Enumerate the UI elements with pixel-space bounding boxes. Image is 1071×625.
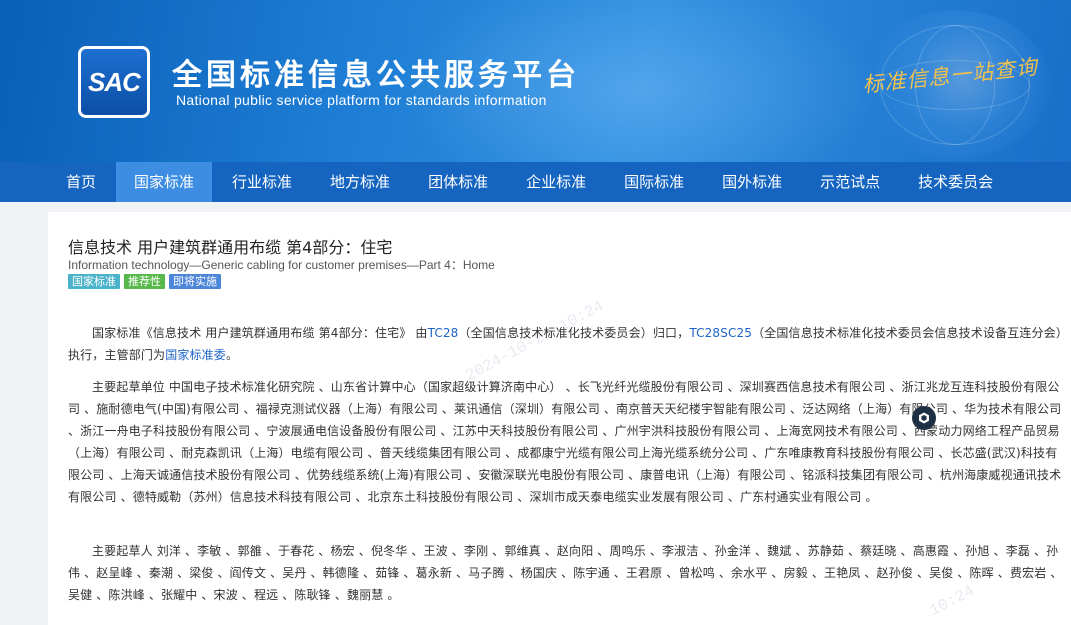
hexagon-icon <box>919 412 929 424</box>
sac-dept-link[interactable]: 国家标准委 <box>165 348 226 362</box>
site-subtitle: National public service platform for sta… <box>176 92 547 108</box>
nav-item-foreign-standards[interactable]: 国外标准 <box>704 162 800 202</box>
tag-upcoming: 即将实施 <box>169 274 221 289</box>
nav-item-local-standards[interactable]: 地方标准 <box>312 162 408 202</box>
nav-item-group-standards[interactable]: 团体标准 <box>410 162 506 202</box>
standard-title: 信息技术 用户建筑群通用布缆 第4部分：住宅 <box>68 238 393 257</box>
nav-item-technical-committees[interactable]: 技术委员会 <box>900 162 1011 202</box>
site-header: SAC 全国标准信息公共服务平台 National public service… <box>0 0 1071 162</box>
nav-item-demonstration-pilots[interactable]: 示范试点 <box>802 162 898 202</box>
logo-text: SAC <box>88 66 141 97</box>
standard-title-en: Information technology—Generic cabling f… <box>68 258 495 272</box>
standard-tags: 国家标准 推荐性 即将实施 <box>68 274 221 289</box>
drafters-paragraph: 主要起草人 刘洋 、李敏 、郭雒 、于春花 、杨宏 、倪冬华 、王波 、李刚 、… <box>68 544 1063 602</box>
tag-recommended: 推荐性 <box>124 274 165 289</box>
governance-paragraph: 国家标准《信息技术 用户建筑群通用布缆 第4部分：住宅》 由TC28（全国信息技… <box>68 326 1062 362</box>
nav-item-home[interactable]: 首页 <box>48 162 114 202</box>
tc28sc25-link[interactable]: TC28SC25 <box>689 326 752 340</box>
nav-item-industry-standards[interactable]: 行业标准 <box>214 162 310 202</box>
sac-logo[interactable]: SAC <box>78 46 150 118</box>
floating-action-button[interactable] <box>912 406 936 430</box>
drafting-units-paragraph: 主要起草单位 中国电子技术标准化研究院 、山东省计算中心（国家超级计算济南中心）… <box>68 380 1062 504</box>
standard-detail-panel: 2024-10-23 10:24 10:24 信息技术 用户建筑群通用布缆 第4… <box>48 212 1071 625</box>
tc28-link[interactable]: TC28 <box>428 326 459 340</box>
nav-item-enterprise-standards[interactable]: 企业标准 <box>508 162 604 202</box>
site-title: 全国标准信息公共服务平台 <box>172 58 580 93</box>
tag-national-standard: 国家标准 <box>68 274 120 289</box>
main-nav: 首页 国家标准 行业标准 地方标准 团体标准 企业标准 国际标准 国外标准 示范… <box>0 162 1071 202</box>
nav-item-international-standards[interactable]: 国际标准 <box>606 162 702 202</box>
nav-item-national-standards[interactable]: 国家标准 <box>116 162 213 202</box>
